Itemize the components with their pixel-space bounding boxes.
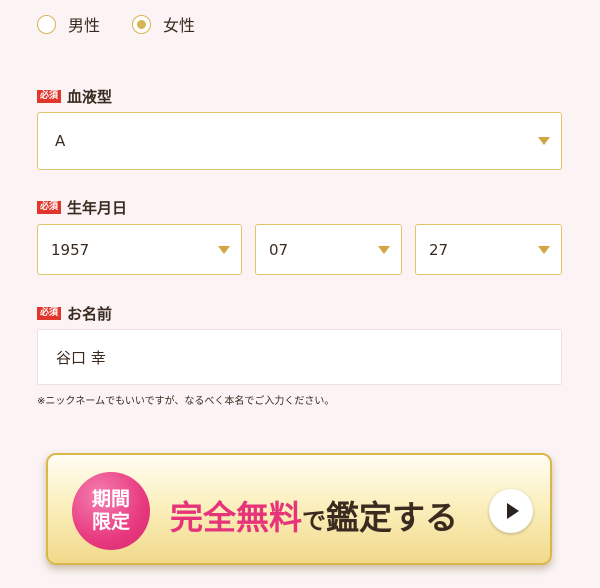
required-badge: 必須 [37,307,62,320]
gender-label-female: 女性 [163,16,196,35]
required-badge: 必須 [37,90,62,103]
chevron-down-icon [538,137,550,145]
play-icon [489,489,533,533]
gender-option-male[interactable]: 男性 [37,12,100,36]
gender-radio-group: 男性 女性 [37,12,227,36]
birth-day-select[interactable]: 27 [415,224,562,275]
blood-type-label: 必須 血液型 [37,86,112,107]
cta-dark-text: 鑑定する [326,498,458,537]
birth-month-value: 07 [269,240,289,259]
gender-option-female[interactable]: 女性 [132,12,195,36]
radio-selected-dot [137,19,147,29]
name-label: 必須 お名前 [37,303,112,324]
birth-day-value: 27 [429,240,449,259]
play-triangle [507,503,519,519]
birth-year-select[interactable]: 1957 [37,224,242,275]
required-badge: 必須 [37,201,62,214]
cta-connector: で [302,506,326,535]
radio-female[interactable] [132,14,152,34]
blood-type-label-text: 血液型 [67,88,113,106]
badge-line2: 限定 [91,511,130,533]
blood-type-select[interactable]: A [37,112,562,170]
blood-type-value: A [55,132,66,150]
name-label-text: お名前 [67,305,113,323]
birth-month-select[interactable]: 07 [255,224,402,275]
birth-year-value: 1957 [51,240,90,259]
chevron-down-icon [538,245,550,254]
cta-pink-text: 完全無料 [170,498,302,537]
cta-label: 完全無料で鑑定する [170,491,458,539]
birthdate-label: 必須 生年月日 [37,197,127,218]
limited-time-badge: 期間 限定 [72,472,150,550]
birthdate-label-text: 生年月日 [67,199,128,217]
badge-line1: 期間 [91,488,130,510]
gender-label-male: 男性 [68,16,101,35]
chevron-down-icon [378,245,390,254]
free-reading-button[interactable]: 期間 限定 完全無料で鑑定する [46,453,552,565]
radio-male[interactable] [37,14,56,34]
name-input[interactable] [37,329,562,385]
name-note: ※ニックネームでもいいですが、なるべく本名でご入力ください。 [37,396,335,407]
chevron-down-icon [218,245,230,254]
